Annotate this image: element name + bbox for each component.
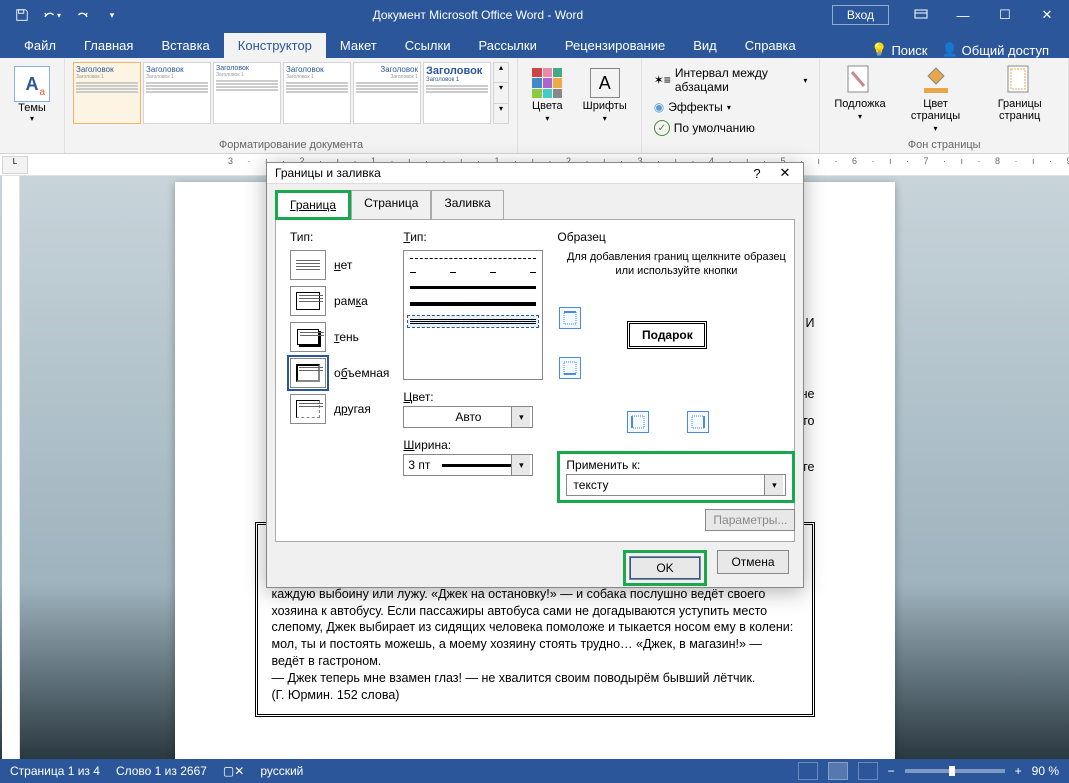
- share-button[interactable]: 👤 Общий доступ: [941, 42, 1049, 58]
- tab-shading[interactable]: Заливка: [431, 190, 503, 220]
- effects-icon: ◉: [654, 100, 664, 114]
- gallery-item[interactable]: ЗаголовокЗаголовок 1: [423, 62, 491, 124]
- tab-design[interactable]: Конструктор: [224, 33, 326, 58]
- save-icon[interactable]: [10, 3, 34, 27]
- tab-view[interactable]: Вид: [679, 33, 731, 58]
- border-type-shadow[interactable]: тень: [290, 322, 389, 352]
- tab-page-border[interactable]: Страница: [351, 190, 431, 220]
- themes-icon: Aa: [14, 66, 50, 102]
- statusbar: Страница 1 из 4 Слово 1 из 2667 ▢✕ русск…: [0, 759, 1069, 783]
- fonts-button[interactable]: A Шрифты▾: [577, 62, 633, 125]
- page-indicator[interactable]: Страница 1 из 4: [10, 764, 100, 778]
- tab-mailings[interactable]: Рассылки: [464, 33, 550, 58]
- help-icon[interactable]: ?: [747, 166, 767, 181]
- watermark-icon: [844, 64, 876, 96]
- gallery-more-icon[interactable]: ▾: [494, 103, 508, 123]
- zoom-in-icon[interactable]: +: [1015, 764, 1022, 778]
- tab-help[interactable]: Справка: [731, 33, 810, 58]
- gallery-item[interactable]: ЗаголовокЗаголовок 1: [213, 62, 281, 124]
- options-button: Параметры...: [705, 509, 795, 531]
- left-border-toggle[interactable]: [627, 411, 649, 433]
- paragraph-spacing-button[interactable]: ✶≡Интервал между абзацами▾: [650, 64, 812, 96]
- word-window: ▾ ▾ Документ Microsoft Office Word - Wor…: [0, 0, 1069, 783]
- ruler-vertical[interactable]: [2, 176, 20, 759]
- gallery-item[interactable]: ЗаголовокЗаголовок 1: [283, 62, 351, 124]
- ribbon-display-icon[interactable]: [901, 0, 941, 30]
- zoom-level[interactable]: 90 %: [1032, 764, 1059, 778]
- ribbon-tabs: Файл Главная Вставка Конструктор Макет С…: [0, 30, 1069, 58]
- watermark-button[interactable]: Подложка▾: [828, 62, 891, 135]
- gallery-item[interactable]: ЗаголовокЗаголовок 1: [353, 62, 421, 124]
- style-gallery[interactable]: ЗаголовокЗаголовок 1 ЗаголовокЗаголовок …: [73, 62, 509, 124]
- line-style-list[interactable]: [403, 250, 543, 380]
- tab-home[interactable]: Главная: [70, 33, 147, 58]
- page-borders-button[interactable]: Границы страниц: [979, 62, 1060, 135]
- word-count[interactable]: Слово 1 из 2667: [116, 764, 207, 778]
- top-border-toggle[interactable]: [559, 307, 581, 329]
- undo-icon[interactable]: ▾: [40, 3, 64, 27]
- tab-review[interactable]: Рецензирование: [551, 33, 679, 58]
- window-title: Документ Microsoft Office Word - Word: [124, 8, 832, 22]
- maximize-icon[interactable]: ☐: [985, 0, 1025, 30]
- bottom-border-toggle[interactable]: [559, 357, 581, 379]
- read-mode-icon[interactable]: [798, 762, 818, 780]
- color-combo[interactable]: Авто: [403, 406, 533, 428]
- fonts-icon: A: [590, 68, 620, 98]
- tab-border[interactable]: Граница: [275, 190, 351, 220]
- print-layout-icon[interactable]: [828, 762, 848, 780]
- redo-icon[interactable]: [70, 3, 94, 27]
- check-icon: ✓: [654, 120, 670, 136]
- tab-insert[interactable]: Вставка: [147, 33, 223, 58]
- para-spacing-icon: ✶≡: [654, 73, 671, 87]
- zoom-out-icon[interactable]: −: [888, 764, 895, 778]
- themes-button[interactable]: Aa Темы▾: [8, 62, 56, 123]
- dialog-tabs: Граница Страница Заливка: [267, 184, 803, 220]
- ruler-corner: L: [2, 156, 28, 174]
- ribbon: Aa Темы▾ ЗаголовокЗаголовок 1 ЗаголовокЗ…: [0, 58, 1069, 154]
- border-type-3d[interactable]: объемная: [290, 358, 389, 388]
- page-borders-icon: [1004, 64, 1036, 96]
- qat-customize-icon[interactable]: ▾: [100, 3, 124, 27]
- page-color-button[interactable]: Цвет страницы▾: [900, 62, 972, 135]
- set-default-button[interactable]: ✓По умолчанию: [650, 118, 812, 138]
- gallery-down-icon[interactable]: ▾: [494, 82, 508, 102]
- proofing-icon[interactable]: ▢✕: [223, 764, 244, 778]
- gallery-item[interactable]: ЗаголовокЗаголовок 1: [143, 62, 211, 124]
- effects-button[interactable]: ◉Эффекты▾: [650, 98, 812, 116]
- preview-sample[interactable]: Подарок: [627, 321, 707, 349]
- cancel-button[interactable]: Отмена: [717, 550, 789, 574]
- language-indicator[interactable]: русский: [260, 764, 303, 778]
- signin-button[interactable]: Вход: [832, 5, 889, 25]
- tell-me-search[interactable]: 💡 Поиск: [871, 42, 927, 58]
- minimize-icon[interactable]: —: [943, 0, 983, 30]
- apply-to-combo[interactable]: тексту: [566, 474, 786, 496]
- tab-file[interactable]: Файл: [10, 33, 70, 58]
- zoom-slider[interactable]: [905, 769, 1005, 773]
- colors-button[interactable]: Цвета▾: [526, 62, 569, 125]
- bulb-icon: 💡: [871, 42, 887, 58]
- share-icon: 👤: [941, 42, 957, 58]
- close-icon[interactable]: ✕: [1027, 0, 1067, 30]
- page-color-icon: [920, 64, 952, 96]
- right-border-toggle[interactable]: [687, 411, 709, 433]
- border-type-custom[interactable]: другая: [290, 394, 389, 424]
- web-layout-icon[interactable]: [858, 762, 878, 780]
- border-type-box[interactable]: рамка: [290, 286, 389, 316]
- tab-layout[interactable]: Макет: [326, 33, 391, 58]
- close-icon[interactable]: ✕: [775, 163, 795, 183]
- ok-button[interactable]: OK: [629, 556, 701, 580]
- dialog-titlebar[interactable]: Границы и заливка ? ✕: [267, 163, 803, 184]
- titlebar: ▾ ▾ Документ Microsoft Office Word - Wor…: [0, 0, 1069, 30]
- gallery-item[interactable]: ЗаголовокЗаголовок 1: [73, 62, 141, 124]
- border-type-none[interactable]: нет: [290, 250, 389, 280]
- gallery-up-icon[interactable]: ▴: [494, 63, 508, 82]
- borders-shading-dialog: Границы и заливка ? ✕ Граница Страница З…: [266, 162, 804, 588]
- tab-references[interactable]: Ссылки: [391, 33, 465, 58]
- colors-icon: [532, 68, 562, 98]
- width-combo[interactable]: 3 пт: [403, 454, 533, 476]
